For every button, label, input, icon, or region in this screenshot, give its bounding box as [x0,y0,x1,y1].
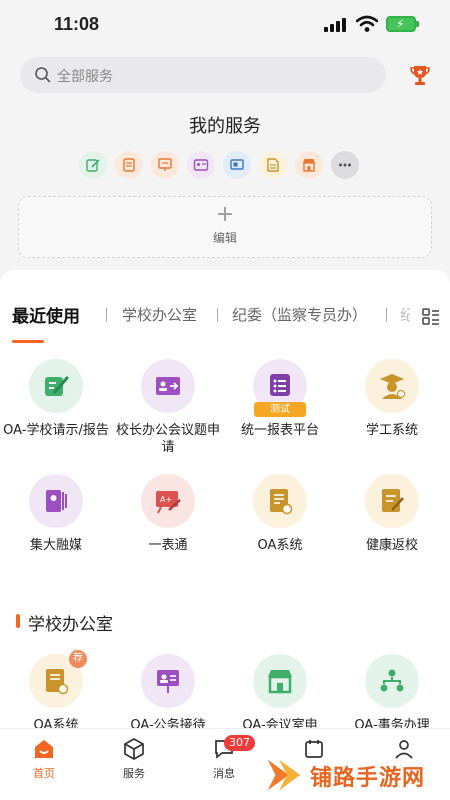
nav-label: 消息 [213,767,235,780]
status-bar: 11:08 ⚡ [0,0,450,48]
edit-doc-icon[interactable] [79,151,107,179]
nav-label: 首页 [33,767,55,780]
my-services-title: 我的服务 [189,116,261,137]
app-label: 校长办公会议题申请 [115,423,220,455]
tab-recent[interactable]: 最近使用 [12,302,80,327]
message-badge: 307 [224,735,255,751]
app-label: 集大融媒 [29,538,82,553]
services-card: 最近使用 学校办公室 纪委（监察专员办） 纪 OA-学校请示/报告 校长办公会议… [0,270,450,740]
test-tag: 测试 [254,402,306,417]
edit-label: 编辑 [212,231,237,245]
media-icon [29,474,83,528]
oa-doc-icon [253,474,307,528]
more-icon[interactable] [331,151,359,179]
watermark-text: 铺路手游网 [310,766,426,791]
watermark-logo-icon [267,759,301,791]
section-title: 学校办公室 [28,615,113,635]
nav-services[interactable]: 服务 [104,737,164,781]
recommend-tag: 荐 [69,650,87,668]
edit-doc-icon [29,359,83,413]
app-oa-system[interactable]: OA系统 [224,474,336,554]
app-student-affairs[interactable]: 学工系统 [336,359,448,439]
app-meeting-room[interactable]: OA-会议室申 [224,654,336,734]
search-bar[interactable]: 全部服务 [20,57,386,93]
screen-arrow-icon [141,359,195,413]
presentation-icon [141,654,195,708]
home-icon [35,740,53,758]
grid-menu-icon[interactable] [422,308,440,326]
nav-home[interactable]: 首页 [14,737,74,781]
app-affairs[interactable]: OA-事务办理 [336,654,448,734]
app-screen: 11:08 ⚡ 全部服务 我的服务 + 编辑 最近使用 学校办公室 纪委（监察专… [0,0,450,800]
svg-text:A+: A+ [160,495,172,504]
tab-indicator [12,340,44,343]
cube-icon [124,738,144,760]
signal-icon [324,18,348,32]
oa-doc-icon: 荐 [29,650,87,708]
screen-icon[interactable] [223,151,251,179]
app-one-form[interactable]: A+ 一表通 [112,474,224,554]
wifi-icon [356,15,378,32]
status-time: 11:08 [54,14,100,34]
watermark: 铺路手游网 [262,752,450,798]
category-tabs: 最近使用 学校办公室 纪委（监察专员办） 纪 [0,304,450,338]
app-label: 健康返校 [365,538,418,553]
store-icon [253,654,307,708]
app-label: OA系统 [257,538,303,553]
app-official-reception[interactable]: OA-公务接待 [112,654,224,734]
tab-discipline[interactable]: 纪委（监察专员办） [232,304,367,325]
app-media[interactable]: 集大融媒 [0,474,112,554]
section-accent [16,614,20,628]
tab-school-office[interactable]: 学校办公室 [122,304,197,325]
list-icon: 测试 [253,359,307,417]
chalkboard-icon: A+ [141,474,195,528]
app-oa-system-office[interactable]: 荐 OA系统 [0,650,112,734]
nav-label: 服务 [123,767,145,780]
id-card-icon[interactable] [187,151,215,179]
trophy-icon[interactable] [408,63,432,87]
health-doc-icon [365,474,419,528]
store-icon[interactable] [295,151,323,179]
presentation-icon[interactable] [151,151,179,179]
graduate-icon [365,359,419,413]
nav-messages[interactable]: 307 消息 [194,735,255,781]
app-label: 学工系统 [365,423,418,438]
battery-icon: ⚡ [386,16,419,32]
plus-icon: + [215,202,235,227]
search-placeholder: 全部服务 [57,69,113,85]
app-label: OA-学校请示/报告 [3,423,109,438]
edit-services-button[interactable]: + 编辑 [18,196,432,258]
tab-next-clipped[interactable]: 纪 [400,304,410,325]
document-icon[interactable] [259,151,287,179]
report-doc-icon[interactable] [115,151,143,179]
search-icon [35,67,51,83]
app-health-return[interactable]: 健康返校 [336,474,448,554]
app-oa-request[interactable]: OA-学校请示/报告 [0,359,112,439]
app-principal-meeting[interactable]: 校长办公会议题申请 [112,359,224,456]
app-label: 一表通 [148,538,188,553]
org-chart-icon [365,654,419,708]
my-services-icons [79,151,359,179]
app-unified-report[interactable]: 测试 统一报表平台 [224,359,336,439]
app-label: 统一报表平台 [240,423,319,438]
